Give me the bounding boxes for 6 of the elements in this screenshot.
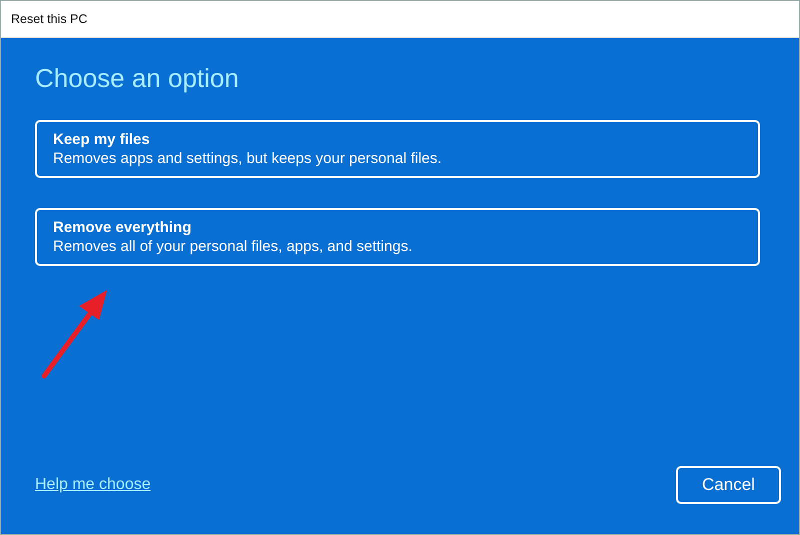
help-link[interactable]: Help me choose (35, 473, 151, 497)
window-title: Reset this PC (11, 10, 88, 28)
option-button[interactable]: Remove everything Removes all of your personal files, apps, and settings. (35, 208, 760, 266)
heading: Choose an option (35, 62, 240, 95)
cancel-button[interactable]: Cancel (676, 466, 781, 504)
option-button[interactable]: Keep my files Removes apps and settings, but keeps your personal files. (35, 120, 760, 178)
